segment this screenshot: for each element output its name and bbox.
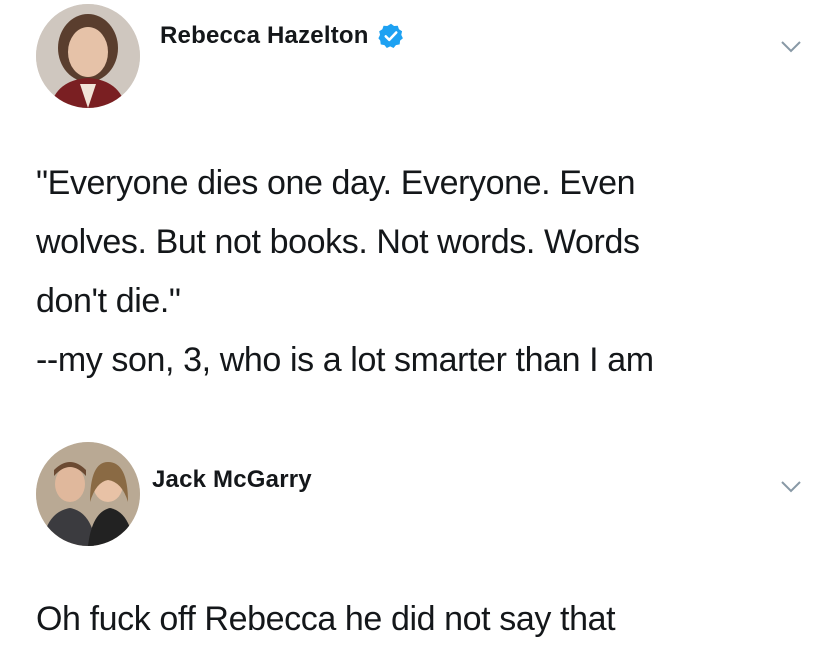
tweet-text-line: don't die." (36, 282, 181, 320)
verified-badge-icon (378, 23, 403, 49)
avatar-photo (36, 4, 140, 108)
avatar-photo (36, 442, 140, 546)
author-name[interactable]: Rebecca Hazelton (160, 22, 369, 50)
tweet-text-line: wolves. But not books. Not words. Words (36, 223, 640, 261)
avatar[interactable] (36, 4, 140, 108)
author-row: Rebecca Hazelton (160, 22, 405, 50)
tweet-text-line: Oh fuck off Rebecca he did not say that (36, 600, 616, 638)
tweet-text-line: "Everyone dies one day. Everyone. Even (36, 164, 636, 202)
reply-card: Jack McGarry Oh fuck off Rebecca he did … (0, 430, 828, 672)
tweet-text-line: --my son, 3, who is a lot smarter than I… (36, 341, 654, 379)
chevron-down-icon[interactable] (780, 480, 802, 494)
chevron-down-icon[interactable] (780, 40, 802, 54)
tweet-text: "Everyone dies one day. Everyone. Even w… (36, 154, 798, 390)
tweet-text: Oh fuck off Rebecca he did not say that (36, 590, 798, 649)
author-name[interactable]: Jack McGarry (152, 466, 312, 494)
avatar[interactable] (36, 442, 140, 546)
tweet-card: Rebecca Hazelton "Everyone dies one day.… (0, 0, 828, 420)
author-row: Jack McGarry (152, 466, 312, 494)
